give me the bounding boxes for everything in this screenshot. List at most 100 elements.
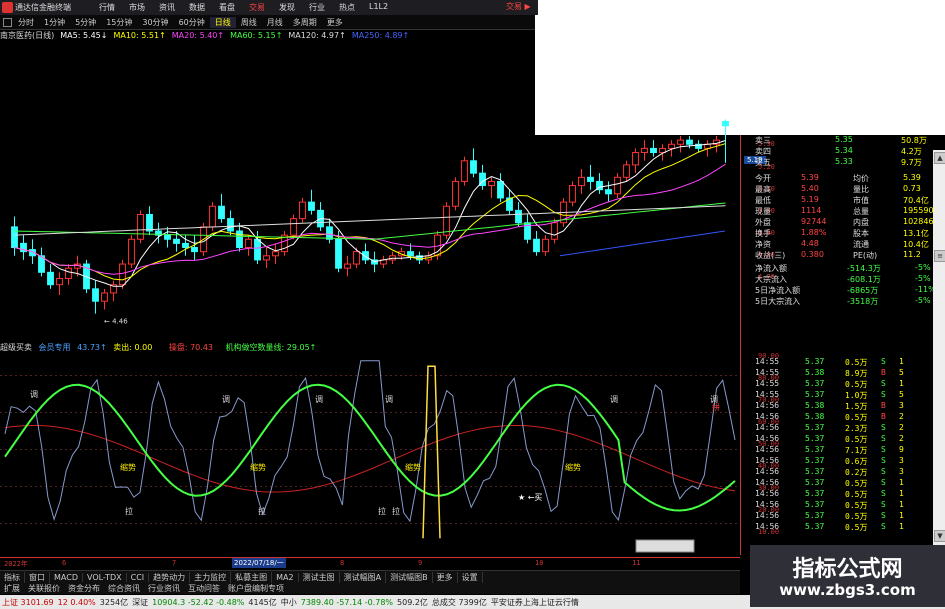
zx-amount: 509.2亿 bbox=[397, 597, 428, 607]
candle bbox=[65, 267, 72, 280]
candle bbox=[236, 230, 243, 249]
flow-row: 5日净流入额 -6865万 -11% bbox=[755, 285, 936, 295]
broker-label: 平安证券上海上证云行情 bbox=[490, 597, 579, 607]
tf-daily[interactable]: 日线 bbox=[209, 16, 236, 28]
order-row: 卖四 5.34 4.2万 bbox=[755, 146, 922, 156]
indicator-header: 超级买卖 会员专用 43.73↑ 卖出: 0.00 操盘: 70.43 机构做空… bbox=[0, 342, 316, 353]
tab-ma2[interactable]: MA2 bbox=[272, 572, 299, 582]
indicator-chart[interactable]: 调调调调调调缩势 缩势 缩势 缩势拉拉拉拉★ ←买拼 bbox=[0, 342, 750, 557]
menu-l1l2[interactable]: L1L2 bbox=[362, 1, 395, 14]
tab-settings[interactable]: 设置 bbox=[458, 571, 483, 583]
menu-shuju[interactable]: 数据 bbox=[182, 1, 212, 14]
tick-row: 14:56 5.37 0.5万 S 2 bbox=[755, 434, 904, 444]
tf-weekly[interactable]: 周线 bbox=[236, 17, 262, 28]
tab-macd[interactable]: MACD bbox=[50, 572, 83, 582]
tab-window[interactable]: 窗口 bbox=[25, 571, 50, 583]
tick-row: 14:56 5.37 0.5万 S 1 bbox=[755, 511, 904, 521]
ma5-label: MA5: 5.45↓ bbox=[60, 31, 108, 40]
side-scrollbar[interactable]: ▲ ≡ ▼ bbox=[933, 150, 945, 545]
stat-row: 换手 1.88% 股本 13.1亿 bbox=[755, 228, 929, 238]
tab-industry[interactable]: 行业资讯 bbox=[144, 583, 184, 594]
menu-zixun[interactable]: 资讯 bbox=[152, 1, 182, 14]
tf-60min[interactable]: 60分钟 bbox=[174, 17, 210, 28]
ma250-line bbox=[559, 230, 726, 257]
stat-row: 收益(三) 0.380 PE(动) 11.2 bbox=[755, 250, 921, 260]
menu-kanpan[interactable]: 看盘 bbox=[212, 1, 242, 14]
tf-fenshi[interactable]: 分时 bbox=[13, 17, 39, 28]
tf-more[interactable]: 更多 bbox=[322, 17, 348, 28]
tab-qa[interactable]: 互动问答 bbox=[184, 583, 224, 594]
candle bbox=[515, 209, 522, 224]
total-label: 总成交 7399亿 bbox=[431, 597, 487, 607]
main-menu: 行情 市场 资讯 数据 看盘 交易 发现 行业 热点 L1L2 bbox=[92, 1, 395, 14]
tab-research[interactable]: 综合资讯 bbox=[104, 583, 144, 594]
short-line bbox=[4, 383, 736, 512]
tick-row: 14:56 5.37 0.5万 S 1 bbox=[755, 522, 904, 532]
tab-test-a[interactable]: 测试幅图A bbox=[340, 571, 387, 583]
operate-value: 操盘: 70.43 bbox=[168, 343, 213, 352]
tf-multi[interactable]: 多周期 bbox=[288, 17, 322, 28]
scroll-down-icon[interactable]: ▼ bbox=[934, 530, 945, 542]
label-mai: ★ ←买 bbox=[518, 493, 542, 502]
label-la: 拉 bbox=[258, 506, 266, 516]
label-suoshi: 缩势 bbox=[405, 462, 421, 472]
candle bbox=[470, 160, 477, 174]
tf-monthly[interactable]: 月线 bbox=[262, 17, 288, 28]
tab-more[interactable]: 更多 bbox=[433, 571, 458, 583]
sh-amount: 3254亿 bbox=[99, 597, 129, 607]
trade-button[interactable]: 交易 ▶ bbox=[506, 1, 531, 12]
ma20-label: MA20: 5.40↑ bbox=[171, 31, 225, 40]
label-pin: 拼 bbox=[712, 402, 720, 412]
flow-row: 5日大宗流入 -3518万 -5% bbox=[755, 296, 931, 306]
sz-label: 深证 bbox=[132, 597, 149, 607]
tick-row: 14:56 5.37 0.2万 S 3 bbox=[755, 467, 904, 477]
candle bbox=[308, 201, 315, 211]
zx-value: 7389.40 -57.14 -0.78% bbox=[300, 597, 394, 607]
candle bbox=[722, 121, 729, 127]
ma-bar: 南京医药(日线) MA5: 5.45↓ MA10: 5.51↑ MA20: 5.… bbox=[0, 30, 740, 41]
scroll-up-icon[interactable]: ▲ bbox=[934, 152, 945, 164]
candle bbox=[335, 238, 342, 269]
tick-row: 14:55 5.37 0.5万 S 1 bbox=[755, 379, 904, 389]
stat-row: 净资 4.48 流通 10.4亿 bbox=[755, 239, 929, 249]
tab-cci[interactable]: CCI bbox=[127, 572, 150, 582]
tab-test-main[interactable]: 测试主图 bbox=[299, 571, 340, 583]
tab-expand[interactable]: 扩展 bbox=[0, 583, 24, 594]
tab-related[interactable]: 关联报价 bbox=[24, 583, 64, 594]
tf-5min[interactable]: 5分钟 bbox=[70, 17, 101, 28]
sz-amount: 4145亿 bbox=[248, 597, 277, 607]
scroll-handle[interactable]: ≡ bbox=[934, 250, 945, 262]
label-diao: 调 bbox=[315, 395, 323, 404]
tab-trend[interactable]: 趋势动力 bbox=[149, 571, 191, 583]
menu-redian[interactable]: 热点 bbox=[332, 1, 362, 14]
menu-faxian[interactable]: 发现 bbox=[272, 1, 302, 14]
menu-jiaoyi[interactable]: 交易 bbox=[242, 1, 272, 14]
sell-value: 卖出: 0.00 bbox=[113, 343, 153, 352]
checkbox-icon[interactable] bbox=[3, 17, 12, 27]
indicator-name[interactable]: 超级买卖 bbox=[0, 343, 32, 352]
candle bbox=[119, 263, 126, 286]
tab-indicator[interactable]: 指标 bbox=[0, 571, 25, 583]
tab-custom[interactable]: 账户盘编制专项 bbox=[224, 583, 288, 594]
menu-hangye[interactable]: 行业 bbox=[302, 1, 332, 14]
tab-vol-tdx[interactable]: VOL-TDX bbox=[83, 572, 127, 582]
tab-monitor[interactable]: 主力监控 bbox=[190, 571, 232, 583]
tick-row: 14:56 5.37 7.1万 S 9 bbox=[755, 445, 904, 455]
watermark: 指标公式网 www.zbgs3.com bbox=[750, 545, 945, 607]
date-tick: 11 bbox=[632, 559, 641, 567]
tab-fund[interactable]: 资金分布 bbox=[64, 583, 104, 594]
menu-hangqing[interactable]: 行情 bbox=[92, 1, 122, 14]
candle bbox=[641, 147, 648, 154]
sell-spike bbox=[422, 365, 441, 539]
candle bbox=[677, 139, 684, 145]
menu-shichang[interactable]: 市场 bbox=[122, 1, 152, 14]
tab-test-b[interactable]: 测试幅图B bbox=[386, 571, 433, 583]
date-tick: 8 bbox=[340, 559, 345, 567]
tf-1min[interactable]: 1分钟 bbox=[39, 17, 70, 28]
tab-main-chart[interactable]: 私募主图 bbox=[231, 571, 273, 583]
candlestick-chart[interactable]: ← 4.46 bbox=[0, 41, 750, 341]
indicator-value-1: 43.73↑ bbox=[77, 343, 107, 352]
tf-15min[interactable]: 15分钟 bbox=[101, 17, 137, 28]
sh-label: 上证 3101.69 bbox=[2, 597, 54, 607]
tf-30min[interactable]: 30分钟 bbox=[137, 17, 173, 28]
